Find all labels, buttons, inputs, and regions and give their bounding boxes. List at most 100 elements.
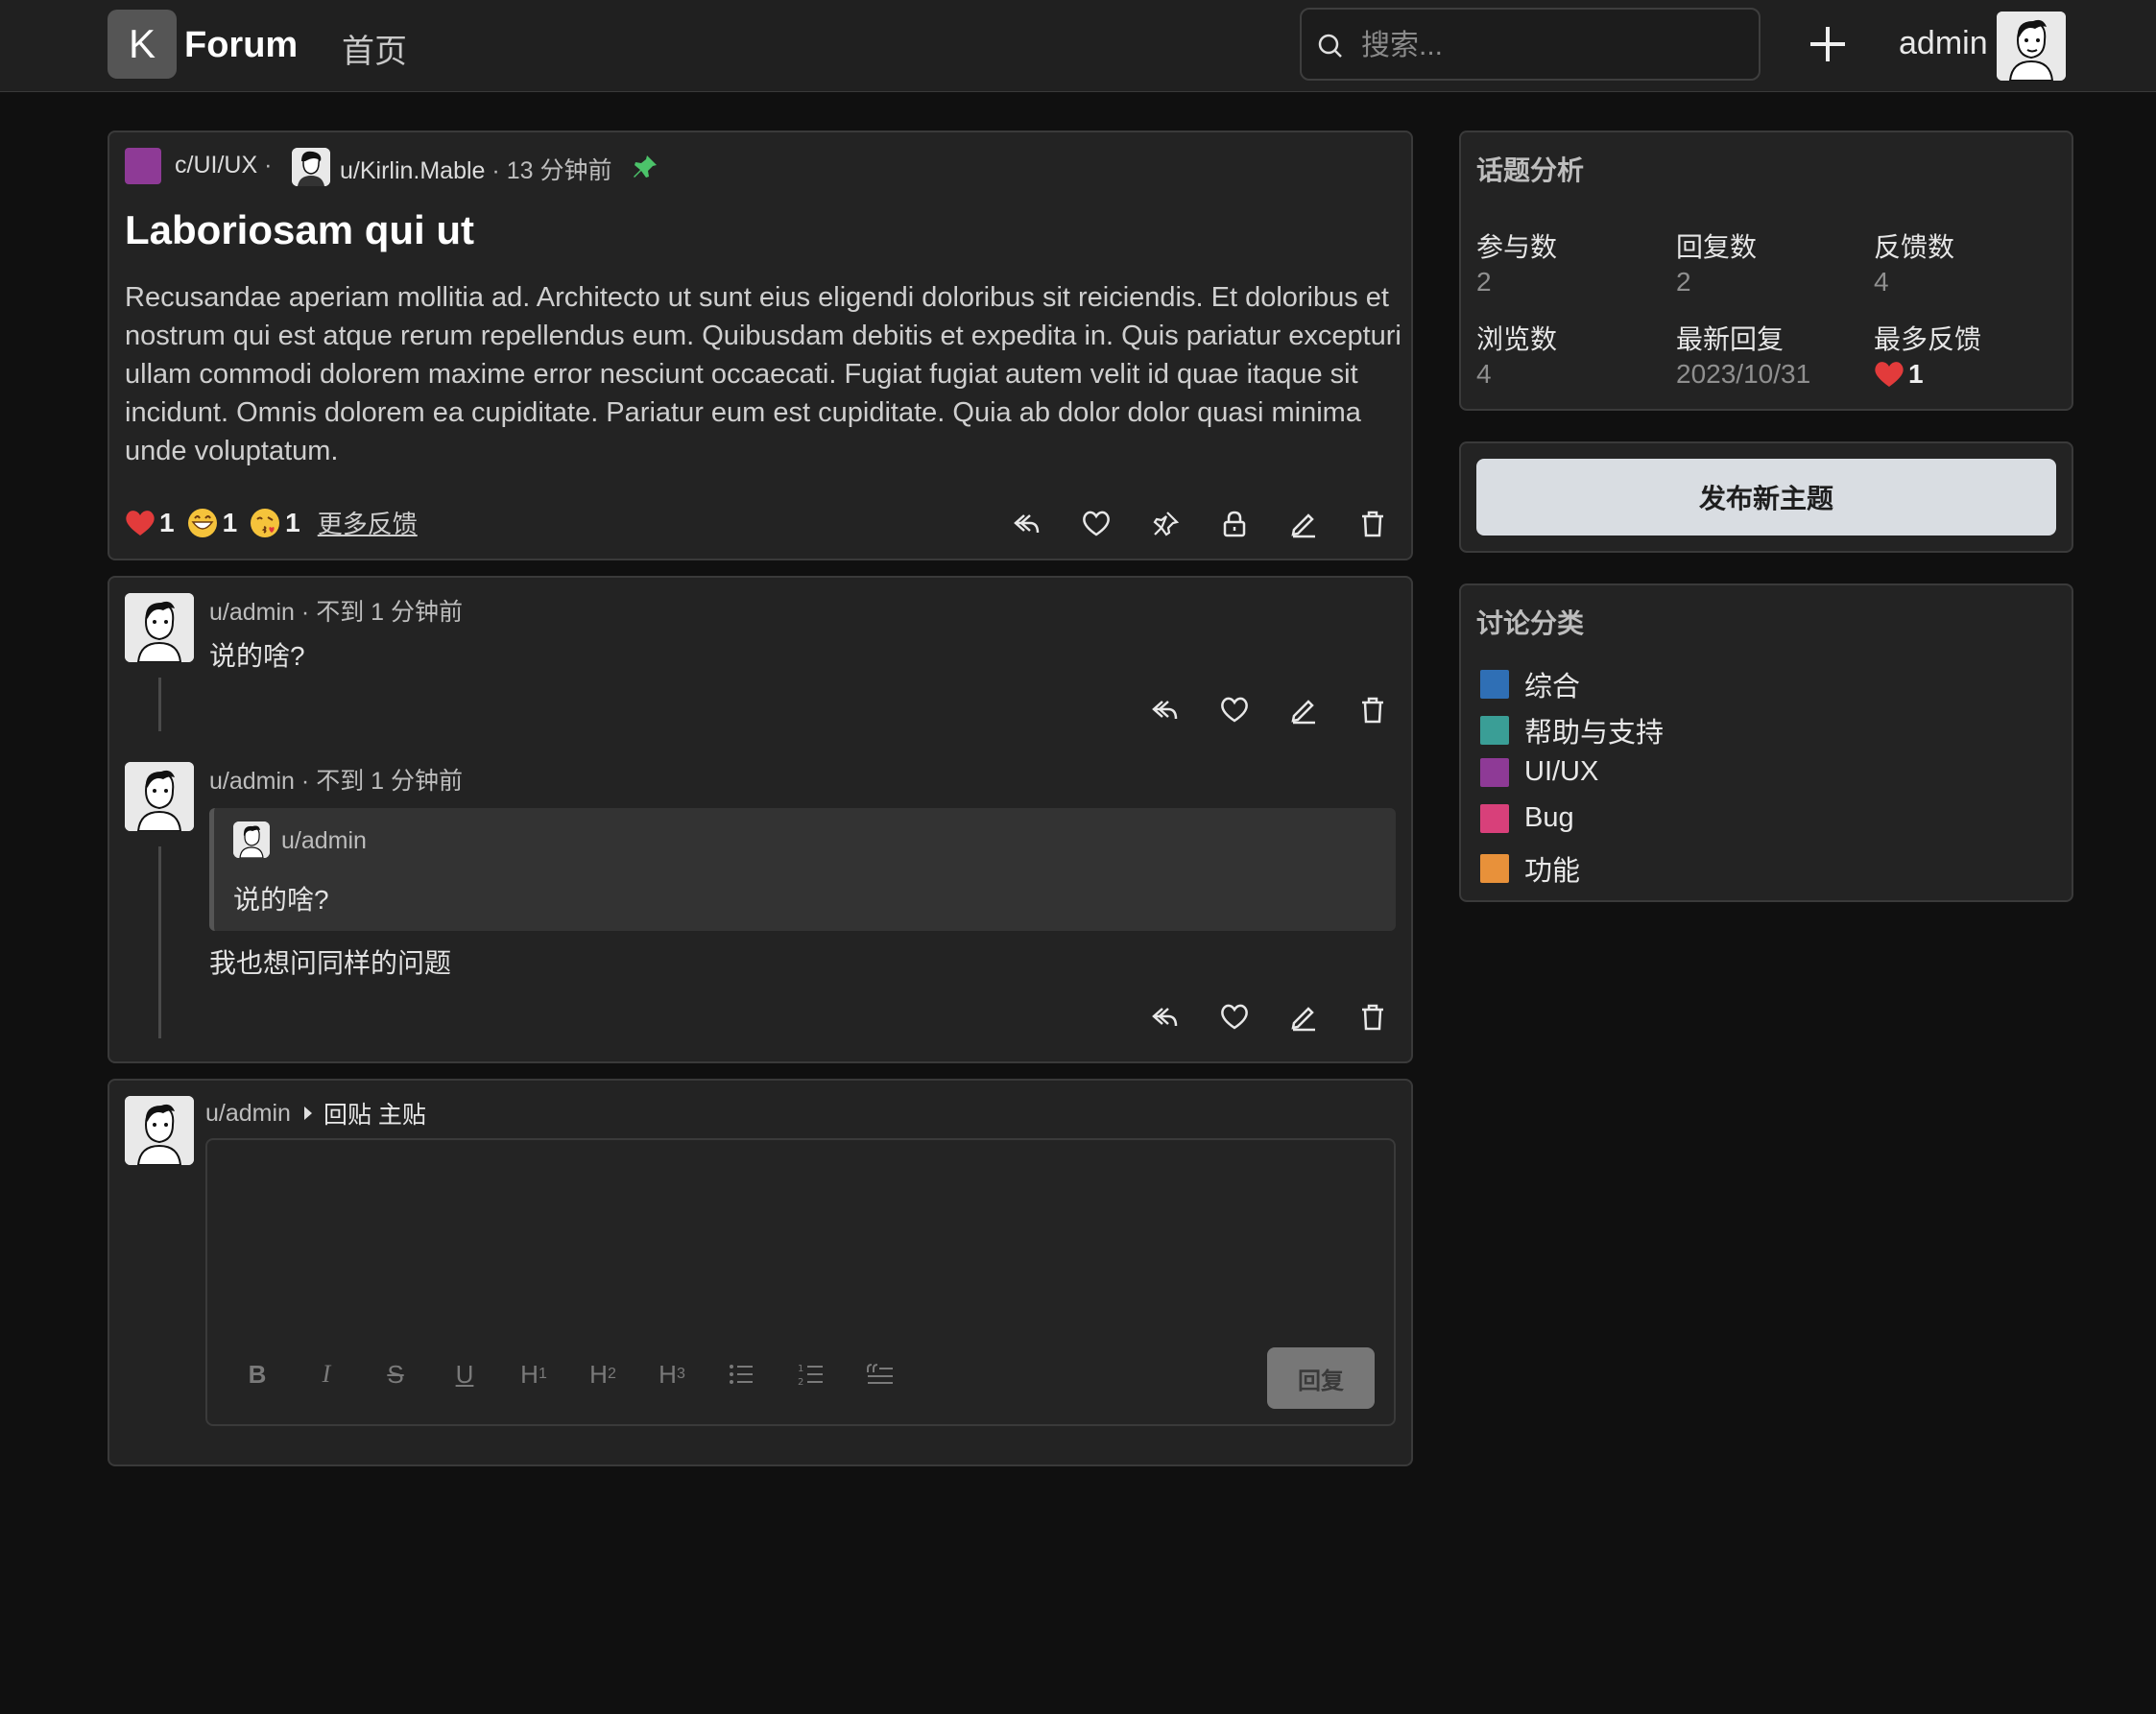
bullet-list-button[interactable] <box>707 1353 776 1395</box>
stat-value-latest-reply: 2023/10/31 <box>1676 359 1811 389</box>
reply-target: u/admin 回贴 主贴 <box>205 1096 426 1131</box>
edit-action[interactable] <box>1269 691 1338 729</box>
category-item[interactable]: Bug <box>1480 802 1574 834</box>
person-icon <box>125 1096 194 1165</box>
comment-time: 不到 1 分钟前 <box>316 599 463 626</box>
thread-line <box>158 846 161 1038</box>
edit-action[interactable] <box>1269 998 1338 1036</box>
person-icon <box>1997 12 2066 81</box>
delete-action[interactable] <box>1338 691 1407 729</box>
post-title: Laboriosam qui ut <box>125 207 475 252</box>
post-body: Recusandae aperiam mollitia ad. Architec… <box>125 282 1401 466</box>
stat-label-replies: 回复数 <box>1676 232 1758 262</box>
heart-icon <box>1221 1004 1248 1030</box>
new-topic-button[interactable]: 发布新主题 <box>1476 459 2056 536</box>
comment-avatar[interactable] <box>125 593 194 662</box>
pin-icon <box>634 155 657 178</box>
bold-button[interactable]: B <box>223 1353 292 1395</box>
edit-action[interactable] <box>1269 505 1338 543</box>
post-actions <box>993 505 1407 543</box>
heading1-button[interactable]: H1 <box>499 1353 568 1395</box>
ordered-list-button[interactable]: 1 2 <box>776 1353 845 1395</box>
underline-button[interactable]: U <box>430 1353 499 1395</box>
blockquote-button[interactable] <box>845 1353 914 1395</box>
analysis-title: 话题分析 <box>1476 155 1585 185</box>
svg-text:2: 2 <box>798 1377 803 1387</box>
grin-emoji-icon <box>187 508 217 537</box>
stat-value-replies: 2 <box>1676 267 1691 297</box>
community-color-square <box>125 148 161 184</box>
category-color <box>1480 854 1509 883</box>
reply-action[interactable] <box>993 505 1062 543</box>
comment-author[interactable]: u/admin <box>209 768 295 795</box>
reaction-kiss[interactable]: 1 <box>249 507 300 539</box>
author-link[interactable]: u/Kirlin.Mable <box>340 157 485 184</box>
submit-reply-button[interactable]: 回复 <box>1267 1347 1375 1409</box>
separator-dot: · <box>491 157 507 184</box>
stat-label-participants: 参与数 <box>1476 232 1558 262</box>
comment-actions <box>1131 691 1407 729</box>
stat-label-top-feedback: 最多反馈 <box>1874 324 1982 354</box>
quoted-comment: u/admin 说的啥? <box>209 808 1396 931</box>
like-action[interactable] <box>1200 998 1269 1036</box>
trash-icon <box>1362 1004 1383 1031</box>
author-avatar[interactable] <box>292 148 330 186</box>
trash-icon <box>1362 697 1383 724</box>
post-author-meta: u/Kirlin.Mable · 13 分钟前 <box>340 152 611 186</box>
like-action[interactable] <box>1062 505 1131 543</box>
person-icon <box>292 148 330 186</box>
delete-action[interactable] <box>1338 505 1407 543</box>
heart-emoji-icon <box>1875 362 1904 387</box>
reaction-count: 1 <box>222 507 238 537</box>
search-icon <box>1318 34 1342 58</box>
category-name: 综合 <box>1524 672 1581 702</box>
category-color <box>1480 757 1509 787</box>
heart-icon <box>1221 697 1248 723</box>
heart-icon <box>1083 511 1110 536</box>
category-name: UI/UX <box>1524 756 1599 787</box>
strikethrough-button[interactable]: S <box>361 1353 430 1395</box>
more-feedback-link[interactable]: 更多反馈 <box>318 505 418 540</box>
separator-dot: · <box>300 599 317 626</box>
brand-name[interactable]: Forum <box>184 25 298 66</box>
like-action[interactable] <box>1200 691 1269 729</box>
quote-avatar <box>233 821 270 858</box>
category-color <box>1480 803 1509 833</box>
stat-label-latest-reply: 最新回复 <box>1676 324 1785 354</box>
comment-text: 说的啥? <box>209 641 305 671</box>
reply-action[interactable] <box>1131 998 1200 1036</box>
category-item[interactable]: 帮助与支持 <box>1480 710 1664 750</box>
reply-editor[interactable]: B I S U H1 H2 H3 1 2 回复 <box>205 1138 1396 1426</box>
svg-text:1: 1 <box>798 1364 803 1374</box>
comment-time: 不到 1 分钟前 <box>316 768 463 795</box>
reply-target-label: 回贴 主贴 <box>323 1102 426 1129</box>
reaction-heart[interactable]: 1 <box>125 508 175 538</box>
logo[interactable]: K <box>108 10 177 79</box>
category-item[interactable]: 功能 <box>1480 848 1580 889</box>
category-item[interactable]: UI/UX <box>1480 756 1598 788</box>
plus-icon[interactable] <box>1805 21 1851 67</box>
comment-text: 我也想问同样的问题 <box>209 948 452 978</box>
top-navbar: K Forum 首页 admin <box>0 0 2156 92</box>
delete-action[interactable] <box>1338 998 1407 1036</box>
reaction-grin[interactable]: 1 <box>186 507 238 539</box>
pin-action[interactable] <box>1131 505 1200 543</box>
comment-avatar[interactable] <box>125 762 194 831</box>
lock-action[interactable] <box>1200 505 1269 543</box>
reaction-count: 1 <box>159 507 175 537</box>
comment-author[interactable]: u/admin <box>209 599 295 626</box>
user-avatar[interactable] <box>1997 12 2066 81</box>
heading2-button[interactable]: H2 <box>568 1353 637 1395</box>
category-name: 帮助与支持 <box>1524 718 1665 749</box>
category-item[interactable]: 综合 <box>1480 664 1580 704</box>
stat-value-views: 4 <box>1476 359 1492 389</box>
nav-home-link[interactable]: 首页 <box>342 25 407 72</box>
comment-meta: u/admin · 不到 1 分钟前 <box>209 762 463 797</box>
reply-action[interactable] <box>1131 691 1200 729</box>
italic-button[interactable]: I <box>292 1353 361 1395</box>
heading3-button[interactable]: H3 <box>637 1353 707 1395</box>
user-menu-name[interactable]: admin <box>1899 25 1988 62</box>
search-input[interactable] <box>1361 25 1745 67</box>
category-name: Bug <box>1524 802 1574 833</box>
community-link[interactable]: c/UI/UX <box>175 152 257 179</box>
